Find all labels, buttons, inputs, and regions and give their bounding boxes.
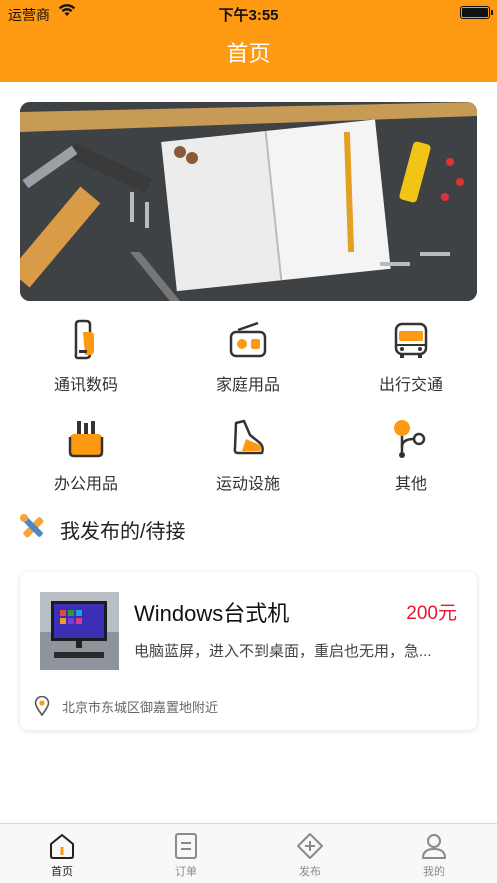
category-label: 运动设施 [215, 476, 280, 493]
tab-label: 订单 [175, 866, 197, 878]
tab-profile[interactable]: 我的 [372, 824, 496, 883]
category-item-other[interactable]: 其他 [336, 417, 486, 497]
listing-title: Windows台式机 [134, 601, 290, 626]
battery-icon [460, 6, 493, 19]
section-title: 我发布的/待接 [60, 521, 186, 543]
category-label: 出行交通 [378, 377, 443, 394]
category-item-household[interactable]: 家庭用品 [173, 318, 323, 398]
category-item-sports[interactable]: 运动设施 [173, 417, 323, 497]
category-label: 其他 [394, 476, 427, 493]
tab-bar: 首页 订单 发布 我的 [0, 823, 497, 883]
pen-holder-icon [68, 421, 104, 458]
listing-description: 电脑蓝屏，进入不到桌面，重启也无用，急... [134, 643, 432, 660]
radio-icon [229, 321, 267, 358]
listing-card[interactable]: Windows台式机 200元 电脑蓝屏，进入不到桌面，重启也无用，急... 北… [20, 572, 477, 730]
category-item-office[interactable]: 办公用品 [11, 417, 161, 497]
share-nodes-icon [394, 420, 426, 458]
page-title: 首页 [226, 41, 271, 66]
order-icon [175, 833, 197, 859]
home-icon [50, 834, 74, 859]
shoe-icon [233, 419, 264, 455]
phone-icon [74, 319, 94, 360]
tab-orders[interactable]: 订单 [124, 824, 248, 883]
tab-label: 我的 [423, 866, 445, 878]
banner-image[interactable] [20, 102, 477, 301]
category-label: 家庭用品 [215, 377, 280, 394]
clock: 下午3:55 [218, 7, 279, 24]
category-label: 办公用品 [53, 476, 118, 493]
category-item-digital[interactable]: 通讯数码 [11, 318, 161, 398]
publish-icon [297, 833, 323, 859]
category-item-transport[interactable]: 出行交通 [336, 318, 486, 398]
bus-icon [394, 322, 428, 358]
location-pin-icon [34, 695, 50, 721]
tab-label: 发布 [299, 866, 321, 878]
tools-icon [18, 512, 48, 547]
profile-icon [422, 834, 446, 859]
category-label: 通讯数码 [53, 377, 118, 394]
tab-home[interactable]: 首页 [0, 824, 124, 883]
status-bar: 运营商 下午3:55 [0, 0, 497, 26]
listing-thumbnail [40, 592, 119, 670]
listing-location: 北京市东城区御嘉置地附近 [62, 700, 219, 715]
tab-label: 首页 [51, 866, 73, 878]
tab-publish[interactable]: 发布 [248, 824, 372, 883]
header-bar: 运营商 下午3:55 首页 [0, 0, 497, 82]
listing-price: 200元 [406, 603, 457, 624]
